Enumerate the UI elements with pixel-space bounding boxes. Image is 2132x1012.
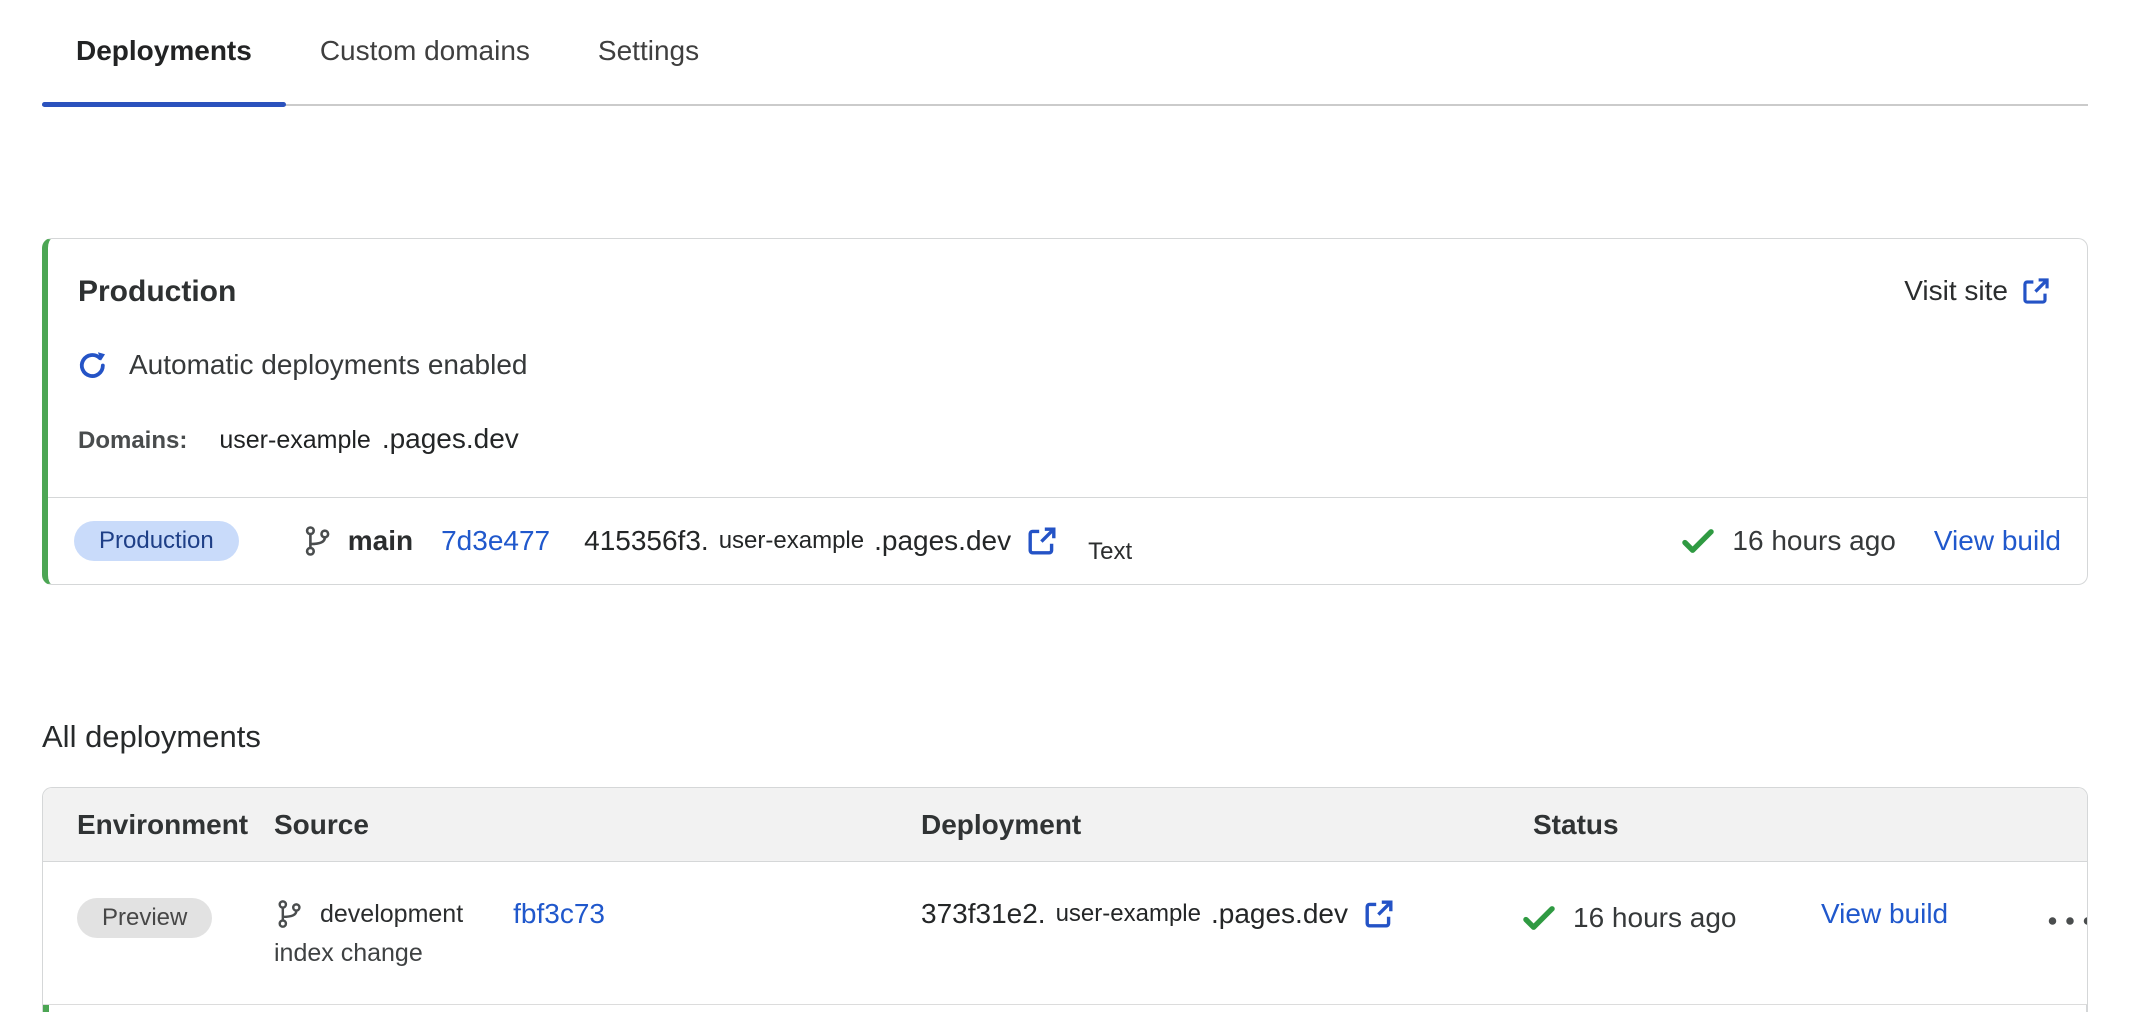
check-icon bbox=[1521, 900, 1557, 936]
source-branch-group: main bbox=[301, 525, 413, 557]
production-card: Production Visit site bbox=[42, 238, 2088, 585]
auto-deployments-text: Automatic deployments enabled bbox=[129, 349, 527, 381]
deploy-time: 16 hours ago bbox=[1573, 902, 1736, 934]
external-link-icon bbox=[2021, 276, 2051, 306]
git-branch-icon bbox=[274, 899, 304, 929]
source-branch-group: development fbf3c73 bbox=[274, 898, 921, 930]
external-link-icon[interactable] bbox=[1026, 525, 1058, 557]
auto-deployments-row: Automatic deployments enabled bbox=[78, 349, 2051, 381]
tab-custom-domains[interactable]: Custom domains bbox=[286, 28, 564, 104]
tab-deployments[interactable]: Deployments bbox=[42, 28, 286, 104]
commit-link[interactable]: 7d3e477 bbox=[441, 525, 550, 557]
status-cell: 16 hours ago bbox=[1521, 900, 1821, 936]
tab-bar: Deployments Custom domains Settings bbox=[42, 0, 2088, 106]
visit-site-label: Visit site bbox=[1904, 275, 2008, 307]
deploy-time: 16 hours ago bbox=[1732, 525, 1895, 557]
commit-message: index change bbox=[274, 939, 921, 968]
deployment-url: 415356f3. user-example .pages.dev bbox=[584, 525, 1058, 557]
deployment-url-name: user-example bbox=[719, 527, 864, 555]
deployments-page: Deployments Custom domains Settings Prod… bbox=[0, 0, 2132, 1012]
more-actions-button[interactable] bbox=[2035, 900, 2088, 942]
tab-settings[interactable]: Settings bbox=[564, 28, 733, 104]
column-environment: Environment bbox=[77, 809, 274, 841]
production-card-top: Production Visit site bbox=[48, 239, 2087, 497]
external-link-icon[interactable] bbox=[1363, 898, 1395, 930]
view-build-link[interactable]: View build bbox=[1934, 525, 2061, 557]
commit-link[interactable]: fbf3c73 bbox=[513, 898, 605, 930]
production-row-status: 16 hours ago View build bbox=[1680, 523, 2061, 559]
environment-badge: Production bbox=[74, 521, 239, 561]
domain-name: user-example bbox=[219, 426, 370, 455]
next-row-partial bbox=[43, 1005, 2087, 1012]
branch-name: development bbox=[320, 900, 463, 929]
table-header: Environment Source Deployment Status bbox=[43, 788, 2087, 862]
column-status: Status bbox=[1533, 809, 2087, 841]
active-tab-indicator bbox=[42, 102, 286, 107]
table-row: Preview development fbf3c73 bbox=[43, 862, 2087, 1005]
all-deployments-title: All deployments bbox=[42, 719, 2088, 755]
domains-row: Domains: user-example .pages.dev bbox=[78, 423, 2051, 455]
refresh-icon bbox=[78, 351, 107, 380]
production-deployment-row: Production main 7d3e477 415356f3. user-e… bbox=[48, 497, 2087, 584]
deployment-url-suffix: .pages.dev bbox=[874, 525, 1011, 557]
visit-site-link[interactable]: Visit site bbox=[1904, 275, 2051, 307]
text-annotation: Text bbox=[1088, 538, 1132, 566]
branch-name: main bbox=[348, 525, 413, 557]
kebab-menu-icon bbox=[2045, 906, 2088, 936]
deployment-url-suffix: .pages.dev bbox=[1211, 898, 1348, 930]
environment-cell: Preview bbox=[77, 898, 274, 938]
deployment-url-name: user-example bbox=[1056, 900, 1201, 928]
production-card-header: Production Visit site bbox=[78, 275, 2051, 309]
production-card-title: Production bbox=[78, 275, 236, 309]
deployment-url-prefix: 373f31e2. bbox=[921, 898, 1046, 930]
environment-badge: Preview bbox=[77, 898, 212, 938]
column-source: Source bbox=[274, 809, 921, 841]
check-icon bbox=[1680, 523, 1716, 559]
domains-label: Domains: bbox=[78, 427, 187, 455]
git-branch-icon bbox=[301, 525, 333, 557]
tab-custom-domains-label: Custom domains bbox=[320, 35, 530, 66]
domain-suffix: .pages.dev bbox=[382, 423, 519, 455]
view-build-link[interactable]: View build bbox=[1821, 898, 2033, 930]
deployment-url-prefix: 415356f3. bbox=[584, 525, 709, 557]
tab-deployments-label: Deployments bbox=[76, 35, 252, 66]
all-deployments-table: Environment Source Deployment Status Pre… bbox=[42, 787, 2088, 1012]
deployment-url: 373f31e2. user-example .pages.dev bbox=[921, 898, 1521, 930]
source-cell: development fbf3c73 index change bbox=[274, 898, 921, 968]
tab-settings-label: Settings bbox=[598, 35, 699, 66]
column-deployment: Deployment bbox=[921, 809, 1533, 841]
